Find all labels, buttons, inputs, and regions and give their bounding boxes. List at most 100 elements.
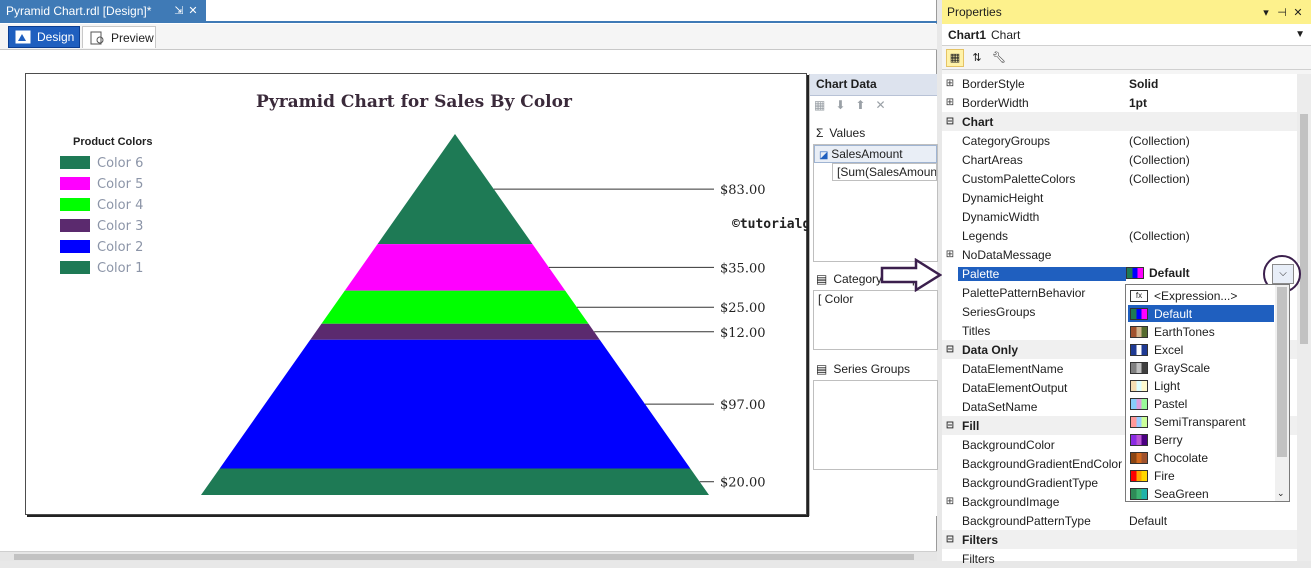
palette-option[interactable]: fx <Expression...>: [1128, 287, 1274, 304]
pyramid-slice[interactable]: [201, 468, 709, 495]
pyramid-slice[interactable]: [344, 244, 566, 291]
property-grid-scrollbar[interactable]: [1297, 74, 1311, 561]
series-box[interactable]: [813, 380, 938, 470]
alphabetical-icon[interactable]: ⇅: [968, 49, 986, 67]
delete-icon[interactable]: ✕: [875, 98, 885, 114]
property-row[interactable]: CustomPaletteColors (Collection): [942, 169, 1297, 188]
palette-option[interactable]: SeaGreen: [1128, 485, 1274, 502]
values-box[interactable]: ◪ SalesAmount [Sum(SalesAmount: [813, 144, 938, 262]
move-up-icon[interactable]: ⬆: [855, 98, 865, 114]
property-pages-icon[interactable]: 🔧︎: [990, 49, 1008, 67]
slice-data-label: $35.00: [720, 261, 766, 276]
palette-option[interactable]: Fire: [1128, 467, 1274, 484]
legend: Color 6 Color 5 Color 4 Color 3 Color 2 Color…: [60, 156, 143, 276]
object-selector[interactable]: Chart1 Chart ▼: [942, 24, 1311, 46]
property-row[interactable]: CategoryGroups (Collection): [942, 131, 1297, 150]
collapse-icon[interactable]: ⊟: [942, 420, 958, 431]
scroll-thumb[interactable]: [1300, 114, 1308, 344]
series-icon: ◪: [819, 150, 832, 161]
close-icon[interactable]: ✕: [1290, 6, 1306, 19]
expand-icon[interactable]: ⊞: [942, 97, 958, 108]
collapse-icon[interactable]: ⊟: [942, 116, 958, 127]
property-name: BorderStyle: [962, 76, 1025, 91]
palette-option[interactable]: Default: [1128, 305, 1274, 322]
dropdown-icon[interactable]: ▾: [1258, 6, 1274, 19]
property-row[interactable]: ChartAreas (Collection): [942, 150, 1297, 169]
property-category[interactable]: ⊟ Chart: [942, 112, 1297, 131]
palette-option-label: <Expression...>: [1154, 288, 1238, 303]
palette-option[interactable]: Chocolate: [1128, 449, 1274, 466]
property-row[interactable]: DynamicWidth: [942, 207, 1297, 226]
palette-option[interactable]: Berry: [1128, 431, 1274, 448]
property-row[interactable]: Filters: [942, 549, 1297, 568]
collapse-icon[interactable]: ⊟: [942, 344, 958, 355]
slice-data-label: $25.00: [720, 301, 766, 316]
property-value[interactable]: (Collection): [1127, 134, 1297, 148]
legend-swatch: [60, 261, 90, 274]
palette-option[interactable]: GrayScale: [1128, 359, 1274, 376]
pin-icon[interactable]: ⊣: [1274, 6, 1290, 19]
expand-icon[interactable]: ⊞: [942, 249, 958, 260]
palette-swatch: [1130, 397, 1148, 410]
palette-option-label: Default: [1154, 306, 1193, 321]
scroll-thumb[interactable]: [14, 554, 914, 560]
property-name: NoDataMessage: [962, 247, 1052, 262]
expand-icon[interactable]: ⊞: [942, 78, 958, 89]
pyramid-slice[interactable]: [219, 339, 691, 469]
property-row[interactable]: ⊞ BorderWidth 1pt: [942, 93, 1297, 112]
property-value[interactable]: (Collection): [1127, 153, 1297, 167]
properties-icon[interactable]: ▦: [814, 98, 825, 114]
chart-data-toolbar: ▦ ⬇ ⬆ ✕: [810, 96, 937, 116]
palette-option[interactable]: EarthTones: [1128, 323, 1274, 340]
chart-canvas: Pyramid Chart for Sales By Color Product…: [60, 92, 808, 495]
tab-preview[interactable]: Preview: [82, 26, 156, 48]
categorized-icon[interactable]: ▦: [946, 49, 964, 67]
property-value[interactable]: Default: [1127, 514, 1297, 528]
tab-design[interactable]: Design: [8, 26, 80, 48]
category-item[interactable]: [ Color: [814, 291, 937, 309]
palette-option-label: Fire: [1154, 468, 1175, 483]
pyramid-slice[interactable]: [310, 323, 600, 340]
pyramid-slice[interactable]: [321, 290, 589, 324]
chevron-down-icon[interactable]: ▼: [1295, 29, 1305, 40]
field-icon: [: [818, 292, 825, 306]
palette-option[interactable]: SemiTransparent: [1128, 413, 1274, 430]
chevron-down-icon[interactable]: ⌄: [1277, 488, 1285, 499]
property-value[interactable]: Solid: [1127, 77, 1297, 91]
legend-swatch: [60, 240, 90, 253]
scroll-thumb[interactable]: [1277, 287, 1287, 457]
document-tab[interactable]: Pyramid Chart.rdl [Design]* ⇲ ✕: [0, 0, 206, 21]
palette-option[interactable]: Light: [1128, 377, 1274, 394]
move-down-icon[interactable]: ⬇: [835, 98, 845, 114]
palette-option[interactable]: Excel: [1128, 341, 1274, 358]
series-label: Series Groups: [833, 362, 911, 376]
pyramid-chart[interactable]: Pyramid Chart for Sales By Color Product…: [25, 73, 808, 515]
property-row[interactable]: ⊞ NoDataMessage: [942, 245, 1297, 264]
property-value[interactable]: 1pt: [1127, 96, 1297, 110]
pin-icon[interactable]: ⇲: [172, 4, 186, 17]
property-name: DynamicHeight: [962, 190, 1044, 205]
dropdown-scrollbar[interactable]: ⌄: [1275, 285, 1289, 501]
close-icon[interactable]: ✕: [186, 4, 200, 17]
property-category[interactable]: ⊟ Filters: [942, 530, 1297, 549]
values-item[interactable]: ◪ SalesAmount: [814, 145, 937, 163]
chart-data-header: Chart Data: [810, 74, 937, 96]
palette-option-label: SeaGreen: [1154, 486, 1209, 501]
horizontal-scrollbar[interactable]: [0, 551, 937, 561]
palette-option-label: EarthTones: [1154, 324, 1215, 339]
palette-option-label: Pastel: [1154, 396, 1188, 411]
property-row[interactable]: BackgroundPatternType Default: [942, 511, 1297, 530]
pyramid: $83.00 $35.00 $25.00 $12.00 $97.00 $20.00: [201, 134, 766, 495]
property-value[interactable]: (Collection): [1127, 229, 1297, 243]
expand-icon[interactable]: ⊞: [942, 496, 958, 507]
collapse-icon[interactable]: ⊟: [942, 534, 958, 545]
object-type: Chart: [991, 27, 1021, 42]
property-row[interactable]: DynamicHeight: [942, 188, 1297, 207]
palette-option[interactable]: Pastel: [1128, 395, 1274, 412]
category-box[interactable]: [ Color: [813, 290, 938, 350]
legend-label: Color 2: [97, 240, 143, 255]
property-row[interactable]: ⊞ BorderStyle Solid: [942, 74, 1297, 93]
property-value[interactable]: (Collection): [1127, 172, 1297, 186]
values-expression[interactable]: [Sum(SalesAmount: [832, 163, 937, 181]
property-row[interactable]: Legends (Collection): [942, 226, 1297, 245]
